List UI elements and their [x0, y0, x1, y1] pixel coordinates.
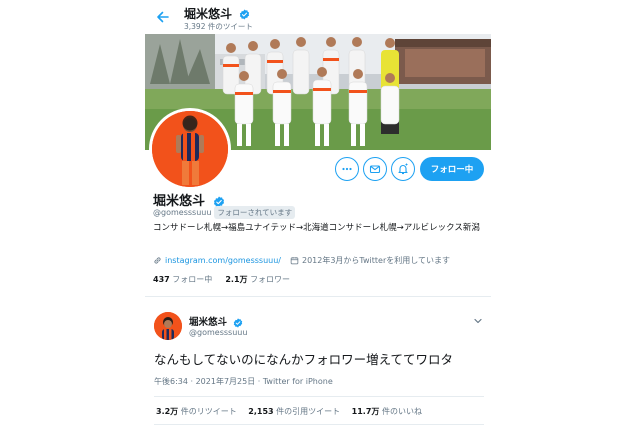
- chevron-down-icon[interactable]: [473, 316, 483, 326]
- tweet-stats-divider-bottom: [154, 424, 484, 425]
- page-background: 堀米悠斗 3,392 件のツイート フォロー中 堀米悠斗 @gomesssuuu…: [0, 0, 640, 427]
- tweet-text: なんもしてないのになんかフォロワー増えててワロタ: [154, 352, 454, 367]
- profile-join-date: 2012年3月からTwitterを利用しています: [301, 256, 451, 265]
- link-icon: [154, 257, 161, 264]
- profile-card: 堀米悠斗 3,392 件のツイート フォロー中 堀米悠斗 @gomesssuuu…: [145, 0, 491, 427]
- profile-follow-stats: 437 フォロー中 2.1万 フォロワー: [153, 274, 290, 285]
- message-button[interactable]: [363, 157, 387, 181]
- avatar-image: [152, 111, 228, 187]
- verified-badge-icon: [240, 9, 250, 20]
- profile-avatar[interactable]: [149, 108, 231, 190]
- followers-count: 2.1万: [225, 275, 248, 284]
- header-name-text: 堀米悠斗: [184, 7, 233, 21]
- likes-count: 11.7万: [351, 407, 380, 416]
- profile-meta: instagram.com/gomesssuuu/ 2012年3月からTwitt…: [153, 255, 450, 266]
- profile-header-bar: 堀米悠斗 3,392 件のツイート: [145, 0, 491, 34]
- follows-you-badge: フォローされています: [214, 206, 296, 219]
- quotes-label: 件の引用ツイート: [276, 407, 341, 416]
- profile-bio: コンサドーレ札幌→福島ユナイテッド→北海道コンサドーレ札幌→アルビレックス新潟: [153, 223, 480, 233]
- profile-handle-row: @gomesssuuu フォローされています: [153, 206, 296, 219]
- retweets-link[interactable]: 3.2万 件のリツイート: [156, 407, 237, 416]
- header-profile-name: 堀米悠斗: [184, 5, 250, 22]
- notification-bell-icon: [398, 163, 408, 175]
- followers-label: フォロワー: [250, 275, 291, 284]
- tweet-author-avatar[interactable]: [154, 312, 182, 340]
- retweets-count: 3.2万: [156, 407, 179, 416]
- tweet-timestamp[interactable]: 午後6:34 · 2021年7月25日 · Twitter for iPhone: [154, 376, 333, 387]
- tweet-author-handle: @gomesssuuu: [189, 328, 248, 337]
- notifications-button[interactable]: [391, 157, 415, 181]
- tweet-stats-divider-top: [154, 396, 484, 397]
- more-icon: [342, 167, 352, 171]
- profile-website-link[interactable]: instagram.com/gomesssuuu/: [165, 256, 281, 265]
- back-arrow-icon[interactable]: [155, 9, 171, 25]
- likes-link[interactable]: 11.7万 件のいいね: [352, 407, 422, 416]
- tweet-engagement-stats: 3.2万 件のリツイート 2,153 件の引用ツイート 11.7万 件のいいね: [156, 406, 422, 417]
- section-divider: [145, 296, 491, 297]
- header-tweet-count: 3,392 件のツイート: [184, 22, 253, 31]
- following-label: フォロー中: [172, 275, 213, 284]
- calendar-icon: [290, 257, 299, 265]
- retweets-label: 件のリツイート: [180, 407, 237, 416]
- quote-tweets-link[interactable]: 2,153 件の引用ツイート: [248, 407, 340, 416]
- verified-badge-icon: [234, 317, 243, 328]
- followers-link[interactable]: 2.1万 フォロワー: [225, 275, 290, 284]
- profile-handle: @gomesssuuu: [153, 208, 212, 217]
- more-options-button[interactable]: [335, 157, 359, 181]
- quotes-count: 2,153: [248, 407, 274, 416]
- message-icon: [369, 165, 381, 174]
- following-button[interactable]: フォロー中: [420, 157, 484, 181]
- likes-label: 件のいいね: [381, 407, 422, 416]
- following-link[interactable]: 437 フォロー中: [153, 275, 212, 284]
- following-count: 437: [153, 275, 170, 284]
- tweet-author-name-text: 堀米悠斗: [189, 317, 228, 328]
- tweet-author-name[interactable]: 堀米悠斗: [189, 314, 243, 328]
